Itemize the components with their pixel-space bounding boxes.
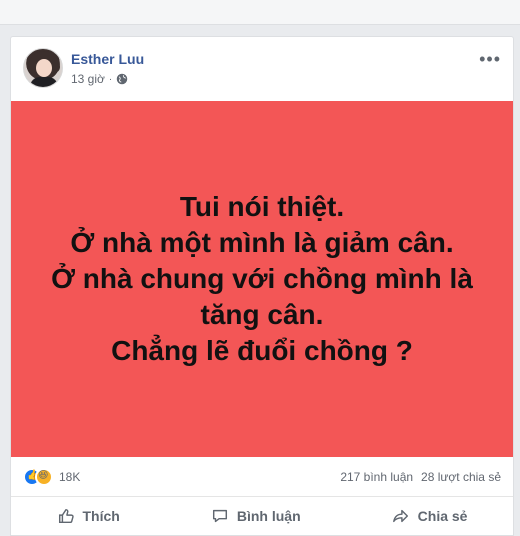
like-thumb-icon [58, 508, 74, 524]
comments-count[interactable]: 217 bình luận [340, 470, 413, 484]
poster-line-3: Ở nhà chung với chồng mình là [51, 263, 473, 294]
reactions-summary[interactable]: 18K [23, 467, 80, 486]
post-card: Esther Luu 13 giờ · ••• Tui nói thiệt. Ở… [10, 36, 514, 536]
like-label: Thích [82, 508, 120, 524]
poster-line-5: Chẳng lẽ đuổi chồng ? [111, 335, 413, 366]
post-time[interactable]: 13 giờ [71, 72, 105, 86]
meta-separator: · [108, 73, 113, 85]
more-icon[interactable]: ••• [479, 50, 501, 68]
haha-reaction-icon [35, 467, 53, 486]
shares-count[interactable]: 28 lượt chia sẻ [421, 470, 501, 484]
post-meta: 13 giờ · [71, 72, 128, 86]
comment-button[interactable]: Bình luận [211, 507, 301, 525]
share-label: Chia sẻ [417, 508, 468, 524]
poster-line-1: Tui nói thiệt. [179, 191, 345, 222]
globe-icon[interactable] [116, 73, 128, 85]
like-button[interactable]: Thích [57, 507, 120, 525]
share-button[interactable]: Chia sẻ [392, 507, 468, 525]
comment-share-counts: 217 bình luận 28 lượt chia sẻ [340, 470, 501, 484]
top-bar [0, 0, 520, 25]
author-avatar[interactable] [23, 48, 63, 88]
comment-bubble-icon [212, 509, 227, 523]
share-arrow-icon [392, 509, 408, 523]
engagement-stats: 18K 217 bình luận 28 lượt chia sẻ [11, 457, 513, 497]
comment-label: Bình luận [236, 508, 301, 524]
post-header: Esther Luu 13 giờ · ••• [11, 37, 513, 101]
author-name[interactable]: Esther Luu [71, 51, 144, 67]
avatar-face [36, 59, 52, 77]
action-bar: Thích Bình luận Chia sẻ [11, 499, 513, 533]
poster-line-4: tăng cân. [200, 299, 324, 330]
reaction-icons [23, 467, 53, 486]
poster-text: Tui nói thiệt. Ở nhà một mình là giảm câ… [51, 189, 473, 369]
avatar-body [30, 77, 58, 87]
text-poster[interactable]: Tui nói thiệt. Ở nhà một mình là giảm câ… [11, 101, 513, 457]
poster-line-2: Ở nhà một mình là giảm cân. [70, 227, 454, 258]
reactions-count[interactable]: 18K [59, 470, 80, 484]
